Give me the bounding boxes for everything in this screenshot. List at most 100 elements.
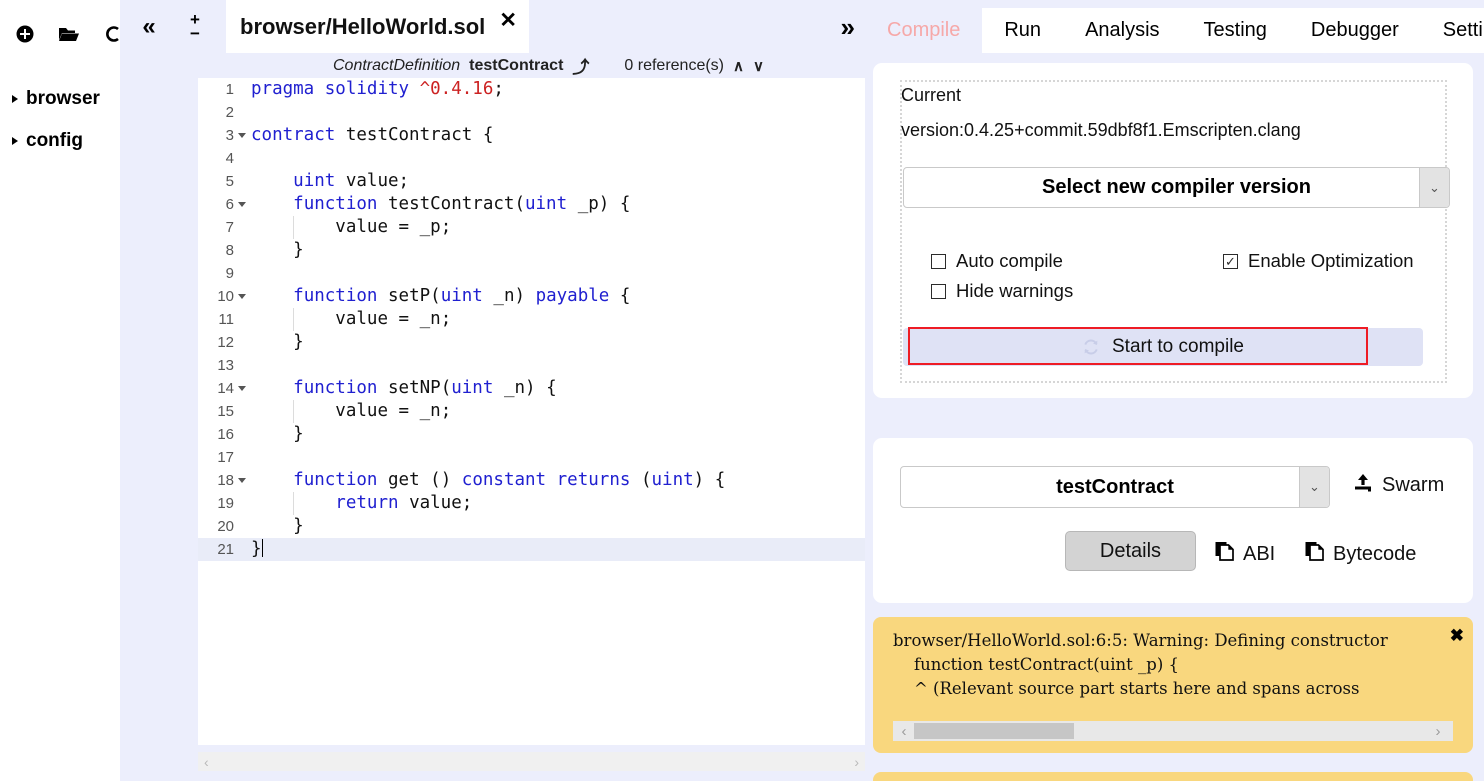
compiler-warning-panel[interactable]: browser/HelloWorld.sol:6:5: Warning: Def… (873, 617, 1473, 753)
copy-abi-button[interactable]: ABI (1215, 541, 1275, 567)
code-line-text: contract testContract { (251, 125, 494, 145)
line-number: 6 (225, 196, 234, 213)
chevron-down-icon[interactable]: ⌄ (1299, 467, 1329, 507)
code-line[interactable]: 4 (198, 147, 865, 170)
code-line[interactable]: 5 uint value; (198, 170, 865, 193)
current-version-value: version:0.4.25+commit.59dbf8f1.Emscripte… (901, 120, 1301, 140)
publish-to-swarm-button[interactable]: Swarm (1353, 473, 1444, 498)
compiler-warning-panel-secondary[interactable] (873, 772, 1473, 781)
tab-settings[interactable]: Settings (1420, 8, 1484, 53)
code-line[interactable]: 12 } (198, 331, 865, 354)
font-size-icon[interactable]: + − (180, 7, 210, 47)
previous-reference-icon[interactable]: ∧ (733, 57, 744, 75)
code-line[interactable]: 2 (198, 101, 865, 124)
reference-count-label: 0 reference(s) (624, 56, 724, 74)
hide-warnings-label: Hide warnings (956, 280, 1074, 301)
close-icon[interactable]: ✖ (1450, 626, 1464, 646)
compiler-version-select[interactable]: Select new compiler version ⌄ (903, 167, 1450, 208)
code-line-text: function setP(uint _n) payable { (293, 286, 631, 306)
swarm-label: Swarm (1382, 474, 1445, 496)
editor-tab-hello-world[interactable]: browser/HelloWorld.sol ✕ (226, 0, 529, 53)
start-to-compile-button[interactable]: Start to compile (903, 328, 1423, 366)
code-line[interactable]: 21} (198, 538, 865, 561)
compiler-version-label: Select new compiler version (1042, 176, 1311, 198)
jump-to-definition-icon[interactable]: ⤴ (572, 53, 589, 78)
contract-card: testContract ⌄ Swarm Details ABI Bytecod… (873, 438, 1473, 603)
scroll-right-icon[interactable]: › (854, 754, 859, 770)
compile-settings-card: Current version:0.4.25+commit.59dbf8f1.E… (873, 63, 1473, 398)
line-number: 13 (217, 357, 234, 374)
line-number: 3 (225, 127, 234, 144)
enable-optimization-checkbox[interactable]: ✓ Enable Optimization (1223, 250, 1414, 272)
code-line-text: } (293, 332, 304, 352)
code-editor[interactable]: 1 pragma solidity ^0.4.16; 2 3 contract test… (198, 78, 865, 745)
reference-name-label: testContract (469, 56, 564, 74)
chevron-down-icon[interactable]: ⌄ (1419, 168, 1449, 207)
code-line[interactable]: 7 value = _p; (198, 216, 865, 239)
fold-toggle-icon[interactable] (238, 478, 246, 483)
code-line[interactable]: 15 value = _n; (198, 400, 865, 423)
tabs-overflow-icon[interactable]: » (841, 12, 855, 43)
contract-select[interactable]: testContract ⌄ (900, 466, 1330, 508)
copy-icon (1215, 541, 1234, 567)
scroll-right-icon[interactable]: › (1427, 723, 1449, 740)
fold-toggle-icon[interactable] (238, 294, 246, 299)
close-icon[interactable]: ✕ (499, 8, 517, 33)
tab-debugger[interactable]: Debugger (1288, 8, 1421, 53)
editor-horizontal-scrollbar[interactable]: ‹ › (198, 752, 865, 771)
fold-toggle-icon[interactable] (238, 386, 246, 391)
code-line[interactable]: 10 function setP(uint _n) payable { (198, 285, 865, 308)
open-folder-icon[interactable] (58, 23, 80, 45)
tab-analysis[interactable]: Analysis (1063, 8, 1182, 53)
collapse-panel-icon[interactable]: « (134, 7, 164, 47)
scroll-left-icon[interactable]: ‹ (893, 723, 915, 740)
hide-warnings-checkbox[interactable]: Hide warnings (931, 280, 1073, 302)
file-tree-item-config[interactable]: config (0, 120, 120, 162)
details-button[interactable]: Details (1065, 531, 1196, 571)
scrollbar-thumb[interactable] (914, 723, 1074, 739)
publish-gist-icon[interactable] (102, 23, 120, 45)
code-line-text: value = _p; (335, 217, 452, 237)
copy-bytecode-button[interactable]: Bytecode (1305, 541, 1416, 567)
file-tree-item-browser[interactable]: browser (0, 78, 120, 120)
fold-toggle-icon[interactable] (238, 202, 246, 207)
fold-toggle-icon[interactable] (238, 133, 246, 138)
code-line[interactable]: 8 } (198, 239, 865, 262)
next-reference-icon[interactable]: ∨ (753, 57, 764, 75)
line-number: 17 (217, 449, 234, 466)
code-line-text: value = _n; (335, 309, 452, 329)
current-version-heading: Current (901, 85, 962, 105)
editor-panel: « + − browser/HelloWorld.sol ✕ » Contrac… (120, 0, 865, 781)
auto-compile-checkbox[interactable]: Auto compile (931, 250, 1063, 272)
code-line[interactable]: 16 } (198, 423, 865, 446)
tab-label: Analysis (1085, 19, 1160, 41)
code-line[interactable]: 3 contract testContract { (198, 124, 865, 147)
code-line[interactable]: 20 } (198, 515, 865, 538)
code-line[interactable]: 13 (198, 354, 865, 377)
code-line[interactable]: 18 function get () constant returns (uin… (198, 469, 865, 492)
code-content[interactable]: 1 pragma solidity ^0.4.16; 2 3 contract test… (198, 78, 865, 561)
line-number: 11 (218, 311, 234, 328)
code-line[interactable]: 9 (198, 262, 865, 285)
code-line[interactable]: 6 function testContract(uint _p) { (198, 193, 865, 216)
checkbox-box: ✓ (1223, 253, 1238, 269)
line-number: 18 (217, 472, 234, 489)
enable-optimization-label: Enable Optimization (1248, 250, 1414, 271)
warning-horizontal-scrollbar[interactable]: ‹ › (893, 721, 1453, 741)
tab-run[interactable]: Run (982, 8, 1064, 53)
scroll-left-icon[interactable]: ‹ (204, 754, 209, 770)
code-line[interactable]: 14 function setNP(uint _n) { (198, 377, 865, 400)
create-file-icon[interactable] (14, 23, 36, 45)
line-number: 2 (225, 104, 234, 121)
copy-icon (1305, 541, 1324, 567)
code-line[interactable]: 1 pragma solidity ^0.4.16; (198, 78, 865, 101)
code-line[interactable]: 11 value = _n; (198, 308, 865, 331)
font-size-decrease-label[interactable]: − (190, 24, 200, 41)
tab-testing[interactable]: Testing (1181, 8, 1289, 53)
tab-compile[interactable]: Compile (865, 8, 983, 53)
text-cursor (261, 539, 263, 557)
tab-label: Run (1004, 19, 1042, 41)
code-line[interactable]: 19 return value; (198, 492, 865, 515)
compiler-warning-text: browser/HelloWorld.sol:6:5: Warning: Def… (893, 631, 1388, 698)
code-line[interactable]: 17 (198, 446, 865, 469)
